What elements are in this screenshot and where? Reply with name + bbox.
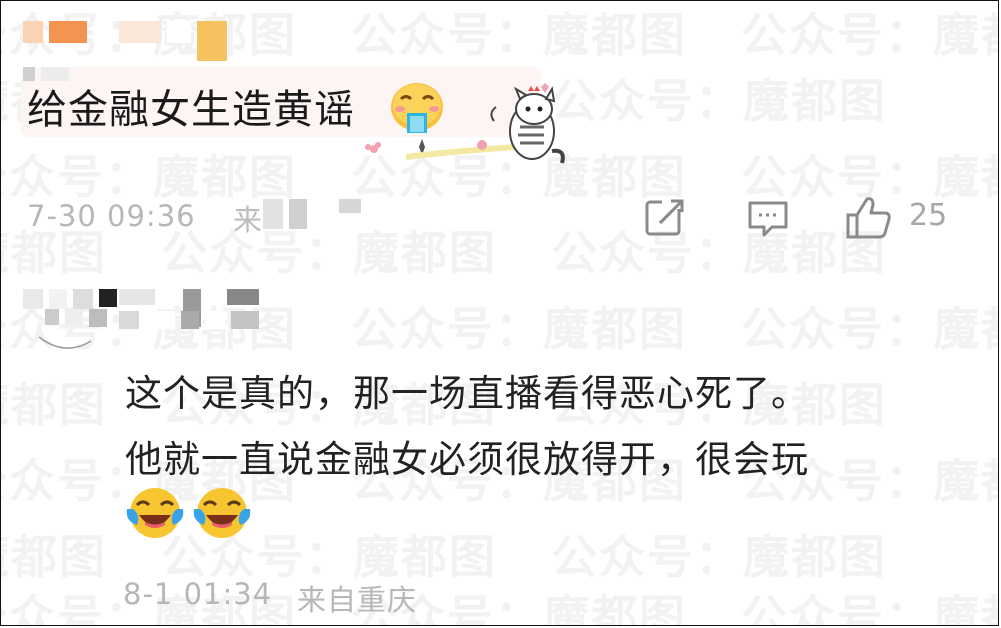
comment-text-line-1: 这个是真的，那一场直播看得恶心死了。 — [125, 372, 809, 415]
laugh-cry-emoji-icon — [126, 488, 184, 538]
username-blurred-2 — [119, 311, 259, 329]
watermark-text: 公众号：魔都图 — [741, 302, 998, 356]
watermark-text: 公众号：魔都图 — [551, 226, 887, 280]
watermark-text: 公众号：魔都图 — [1, 378, 107, 432]
username-blurred[interactable] — [23, 21, 227, 61]
watermark-text: 公众号：魔都图 — [351, 302, 687, 356]
cat-sticker-icon — [356, 77, 566, 167]
comment-location: 来自重庆 — [297, 583, 418, 617]
reply-icon[interactable] — [747, 199, 789, 239]
comment-timestamp: 7-30 09:36 — [27, 199, 196, 233]
comment-text-line-2: 他就一直说金融女必须很放得开，很会玩 — [125, 438, 809, 481]
location-blurred — [263, 199, 361, 229]
watermark-text: 公众号：魔都图 — [351, 8, 687, 62]
comment-timestamp: 8-1 01:34 — [123, 577, 273, 611]
avatar-blurred-2 — [45, 309, 107, 327]
comment-text: 给金融女生造黄谣 — [27, 87, 355, 133]
laugh-cry-emoji-icon — [193, 488, 251, 538]
like-count: 25 — [909, 198, 948, 233]
watermark-text: 公众号：魔都图 — [741, 590, 998, 626]
share-icon[interactable] — [644, 197, 686, 237]
watermark-text: 公众号：魔都图 — [741, 8, 998, 62]
avatar-blurred[interactable] — [23, 289, 117, 309]
screenshot-frame: 公众号：魔都图公众号：魔都图公众号：魔都图公众号：魔都图公众号：魔都图公众号：魔… — [0, 0, 999, 626]
watermark-text: 公众号：魔都图 — [551, 74, 887, 128]
watermark-text: 公众号：魔都图 — [1, 530, 107, 584]
comment-location-partial: 来 — [233, 203, 264, 237]
watermark-text: 公众号：魔都图 — [551, 530, 887, 584]
avatar-smile-icon — [38, 336, 92, 349]
like-icon[interactable] — [845, 195, 893, 241]
